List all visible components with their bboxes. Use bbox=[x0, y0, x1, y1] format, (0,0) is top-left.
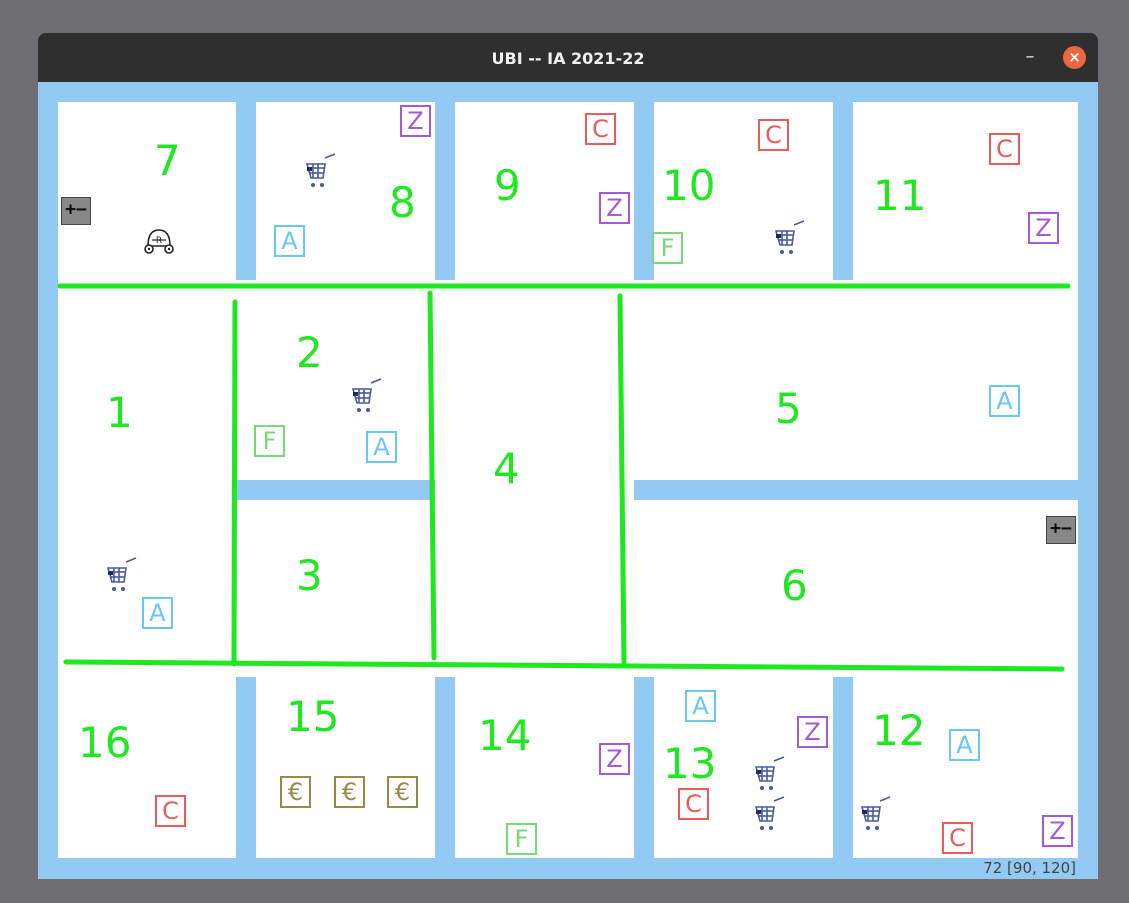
tag-z: Z bbox=[1042, 815, 1073, 847]
close-button[interactable]: × bbox=[1063, 46, 1086, 69]
tag-c: C bbox=[758, 119, 789, 151]
window-title: UBI -- IA 2021-22 bbox=[491, 49, 645, 68]
room-number-13: 13 bbox=[663, 739, 717, 788]
corridor-lines bbox=[57, 283, 1071, 672]
room-number-8: 8 bbox=[389, 178, 416, 227]
room-number-6: 6 bbox=[781, 561, 808, 610]
tag-a: A bbox=[989, 385, 1020, 417]
tag-a: A bbox=[142, 597, 173, 629]
tag-z: Z bbox=[599, 192, 630, 224]
robot-icon: R bbox=[144, 229, 174, 254]
tag-euro: € bbox=[280, 776, 311, 808]
app-window: UBI -- IA 2021-22 – × 7 8 9 10 11 1 2 3 … bbox=[38, 33, 1098, 879]
room-number-3: 3 bbox=[296, 551, 323, 600]
room-number-16: 16 bbox=[78, 718, 132, 767]
tag-a: A bbox=[685, 690, 716, 722]
shopping-cart-icon bbox=[754, 796, 785, 830]
tag-f: F bbox=[254, 425, 285, 457]
tag-a: A bbox=[366, 431, 397, 463]
title-bar: UBI -- IA 2021-22 – × bbox=[38, 33, 1098, 82]
room-number-1: 1 bbox=[106, 388, 133, 437]
svg-text:R: R bbox=[156, 236, 162, 246]
shopping-cart-icon bbox=[106, 557, 137, 591]
tag-c: C bbox=[155, 795, 186, 827]
minimize-button[interactable]: – bbox=[1020, 45, 1040, 69]
tag-euro: € bbox=[334, 776, 365, 808]
room-number-5: 5 bbox=[775, 384, 802, 433]
room-number-2: 2 bbox=[296, 328, 323, 377]
status-readout: 72 [90, 120] bbox=[983, 859, 1076, 877]
tag-f: F bbox=[506, 823, 537, 855]
map-canvas[interactable]: 7 8 9 10 11 1 2 3 4 5 6 16 15 14 13 12 Z… bbox=[38, 82, 1098, 879]
room-number-14: 14 bbox=[478, 711, 532, 760]
tag-z: Z bbox=[1028, 212, 1059, 244]
tag-z: Z bbox=[599, 743, 630, 775]
shopping-cart-icon bbox=[305, 153, 336, 187]
room-number-15: 15 bbox=[286, 692, 340, 741]
room-number-7: 7 bbox=[154, 136, 181, 185]
room-number-9: 9 bbox=[494, 161, 521, 210]
zoom-plus-minus-icon[interactable]: +− bbox=[61, 197, 91, 225]
tag-a: A bbox=[274, 225, 305, 257]
tag-z: Z bbox=[400, 105, 431, 137]
shopping-cart-icon bbox=[860, 796, 891, 830]
tag-c: C bbox=[989, 133, 1020, 165]
room-number-4: 4 bbox=[493, 444, 520, 493]
room-number-10: 10 bbox=[662, 161, 716, 210]
shopping-cart-icon bbox=[774, 220, 805, 254]
tag-z: Z bbox=[797, 716, 828, 748]
tag-c: C bbox=[678, 788, 709, 820]
room-number-11: 11 bbox=[873, 171, 927, 220]
zoom-plus-minus-icon[interactable]: +− bbox=[1046, 516, 1076, 544]
tag-a: A bbox=[949, 729, 980, 761]
shopping-cart-icon bbox=[754, 756, 785, 790]
tag-c: C bbox=[942, 822, 973, 854]
tag-euro: € bbox=[387, 776, 418, 808]
tag-c: C bbox=[585, 113, 616, 145]
shopping-cart-icon bbox=[351, 378, 382, 412]
room-number-12: 12 bbox=[872, 706, 926, 755]
tag-f: F bbox=[652, 232, 683, 264]
